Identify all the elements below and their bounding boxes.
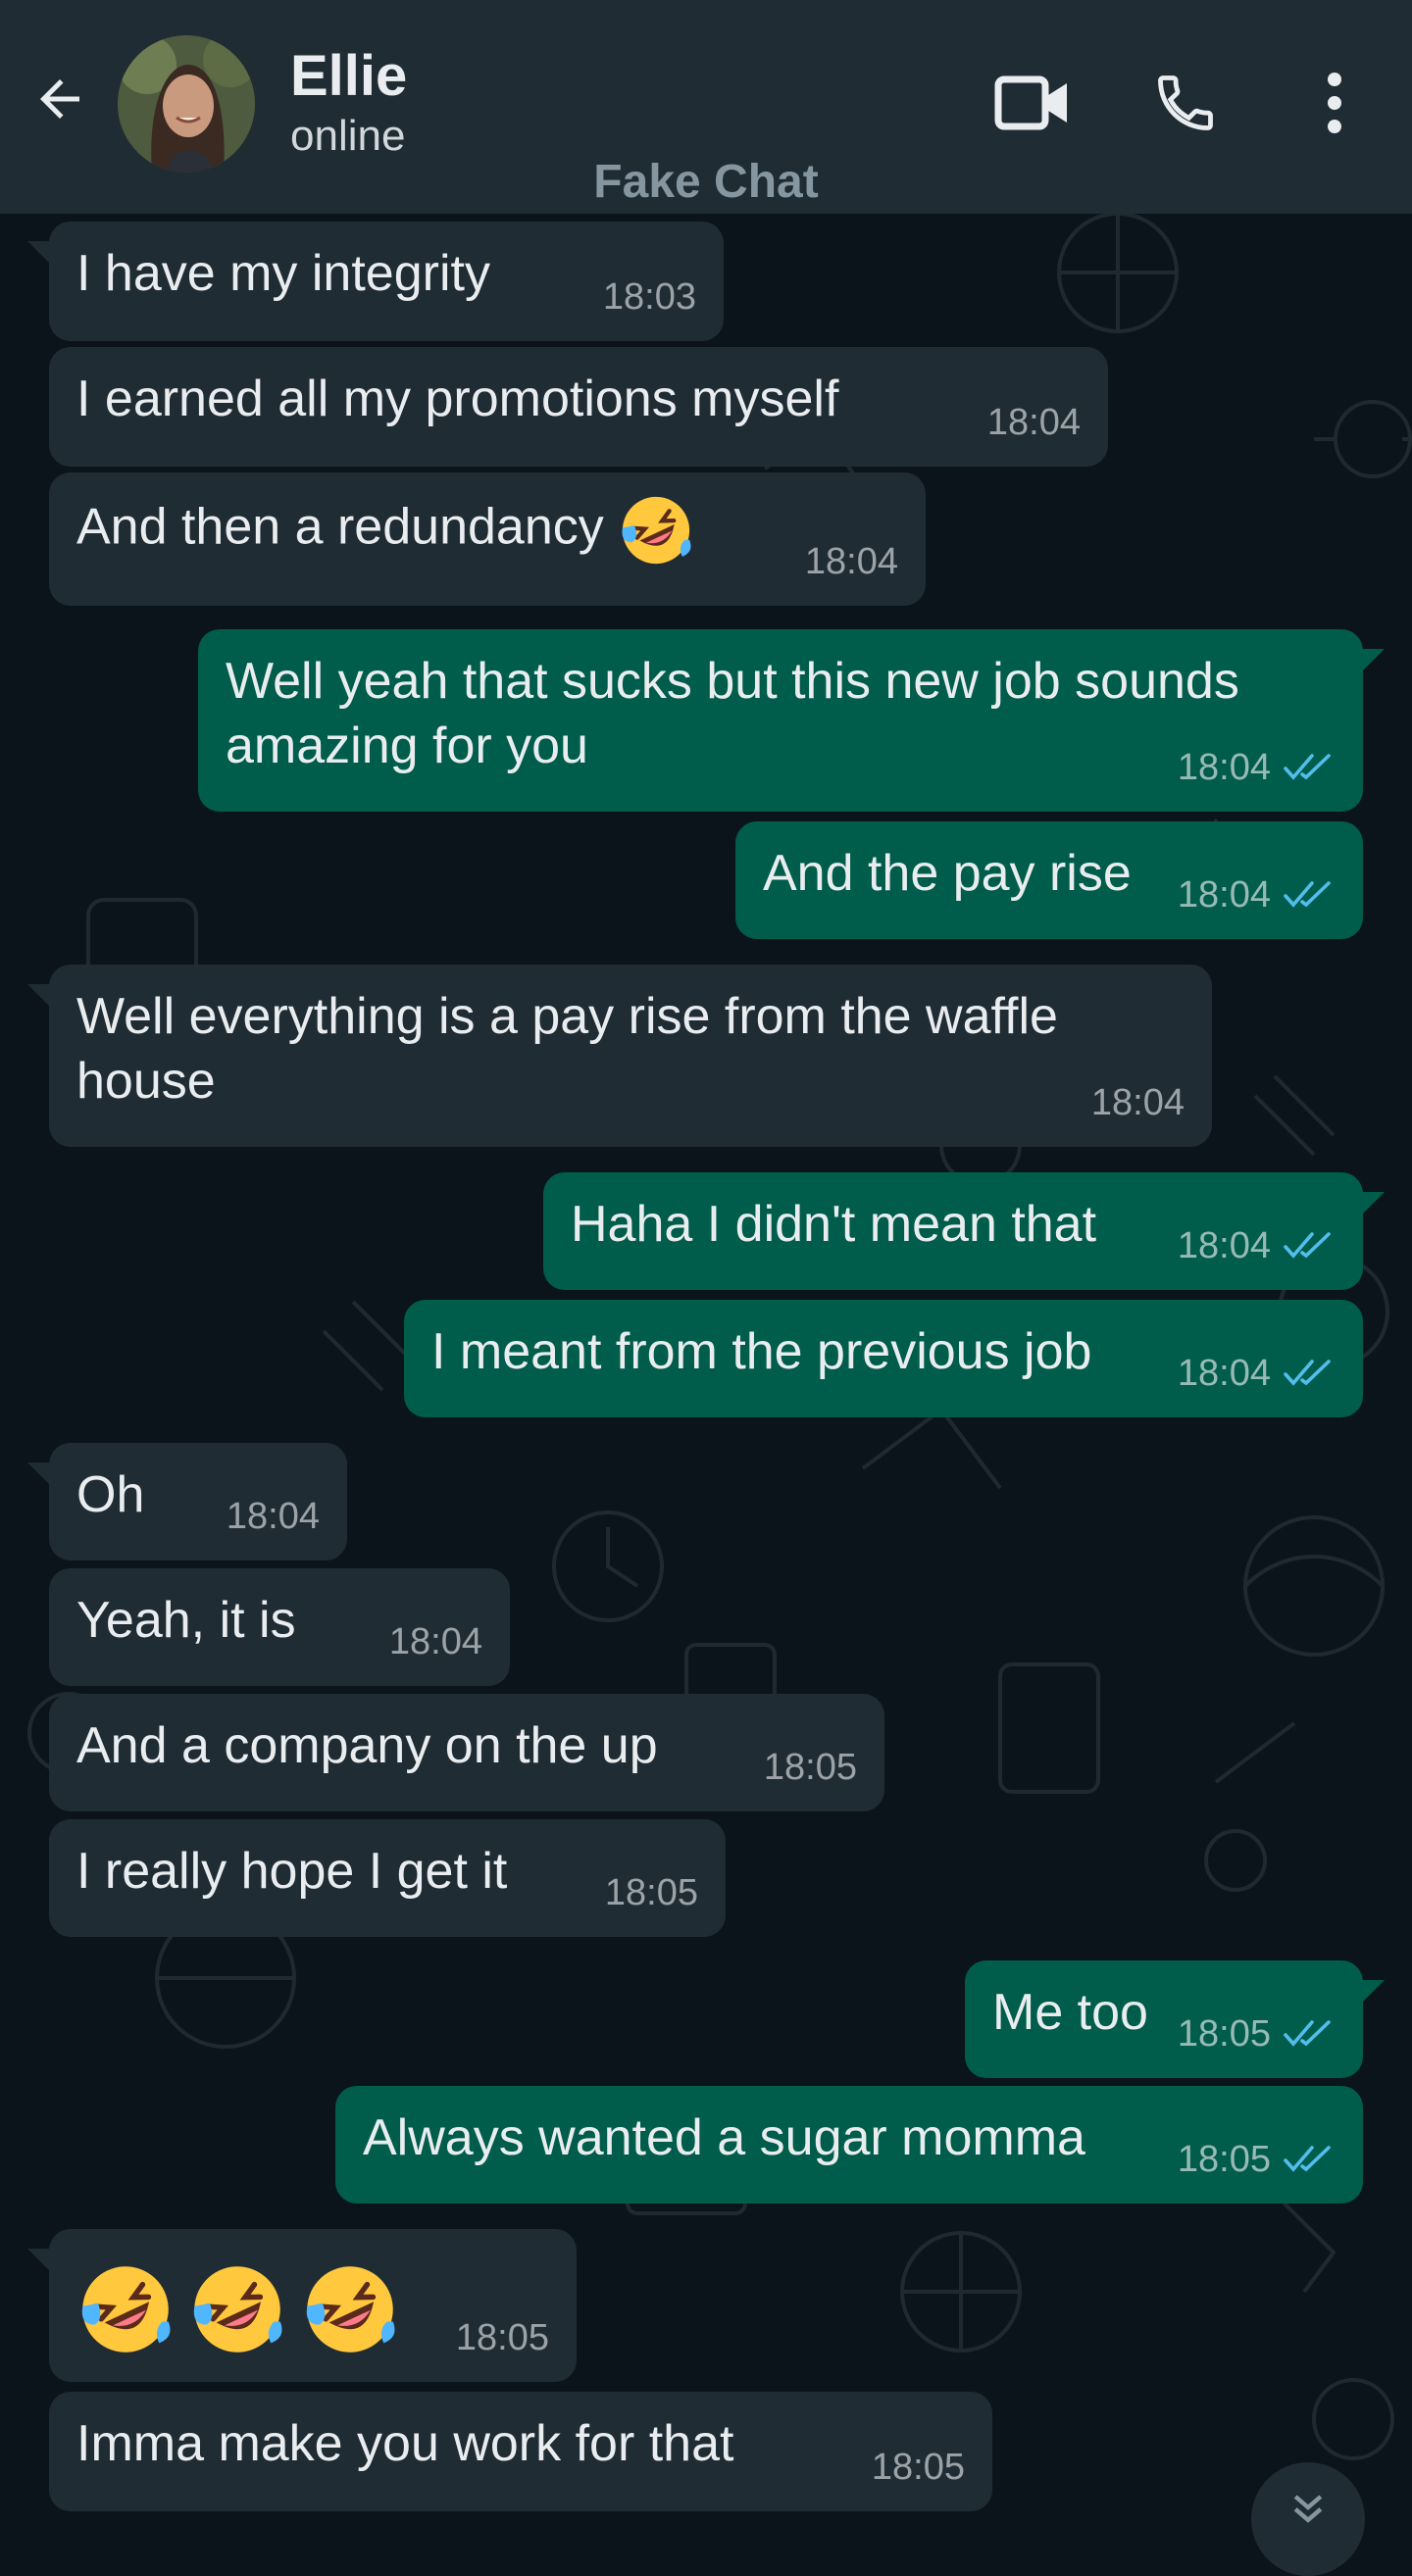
bubble-tail bbox=[27, 965, 57, 1014]
avatar[interactable] bbox=[118, 35, 255, 173]
outgoing-message[interactable]: Haha I didn't mean that 18:04 bbox=[543, 1172, 1385, 1290]
rofl-emoji bbox=[81, 2266, 171, 2353]
message-time: 18:03 bbox=[602, 276, 696, 318]
message-text: Well everything is a pay rise from the w… bbox=[76, 988, 1058, 1110]
message-time: 18:04 bbox=[1177, 874, 1271, 916]
rofl-emoji bbox=[194, 2266, 282, 2353]
outgoing-message[interactable]: Well yeah that sucks but this new job so… bbox=[198, 629, 1385, 812]
back-arrow-icon bbox=[40, 79, 79, 119]
message-time: 18:04 bbox=[804, 541, 898, 582]
outgoing-message[interactable]: And the pay rise 18:04 bbox=[735, 821, 1363, 939]
incoming-message[interactable]: I have my integrity 18:03 bbox=[27, 222, 724, 341]
bubble-tail bbox=[27, 222, 57, 271]
message-meta: 18:04 bbox=[227, 1484, 320, 1549]
bubble-tail bbox=[27, 1443, 57, 1492]
message-meta: 18:05 bbox=[1178, 2002, 1336, 2066]
message-meta: 18:04 bbox=[987, 390, 1081, 455]
message-text: And a company on the up bbox=[76, 1717, 658, 1774]
message-time: 18:05 bbox=[455, 2317, 549, 2358]
double-chevron-down-icon bbox=[1293, 2495, 1323, 2523]
outgoing-message[interactable]: Always wanted a sugar momma 18:05 bbox=[335, 2086, 1363, 2204]
incoming-message[interactable]: I really hope I get it 18:05 bbox=[49, 1819, 726, 1937]
contact-status: online bbox=[290, 112, 406, 160]
incoming-message[interactable]: I earned all my promotions myself 18:04 bbox=[49, 347, 1108, 467]
message-meta: 18:04 bbox=[1178, 1341, 1336, 1406]
incoming-message[interactable]: 18:05 bbox=[27, 2229, 577, 2382]
message-meta: 18:04 bbox=[805, 529, 898, 594]
message-time: 18:05 bbox=[763, 1747, 857, 1788]
voice-call-button[interactable] bbox=[1141, 59, 1230, 147]
message-time: 18:05 bbox=[604, 1872, 698, 1913]
message-time: 18:05 bbox=[1177, 2013, 1271, 2055]
bubble-tail bbox=[1355, 1172, 1385, 1221]
contact-name[interactable]: Ellie bbox=[290, 43, 407, 109]
more-options-button[interactable] bbox=[1290, 59, 1379, 147]
scroll-to-bottom-button[interactable] bbox=[1251, 2462, 1365, 2576]
read-receipt-icon bbox=[1284, 2146, 1331, 2172]
chat-header: Ellie online Fake Chat bbox=[0, 0, 1412, 214]
rofl-emoji bbox=[622, 496, 691, 565]
message-text: Imma make you work for that bbox=[76, 2415, 734, 2472]
message-meta: 18:04 bbox=[1178, 863, 1336, 927]
message-meta: 18:05 bbox=[1178, 2127, 1336, 2192]
video-call-button[interactable] bbox=[988, 59, 1077, 147]
read-receipt-icon bbox=[1284, 881, 1331, 908]
read-receipt-icon bbox=[1284, 1360, 1331, 1386]
message-time: 18:04 bbox=[226, 1496, 320, 1537]
message-time: 18:04 bbox=[388, 1621, 482, 1662]
message-meta: 18:05 bbox=[605, 1860, 698, 1925]
incoming-message[interactable]: Well everything is a pay rise from the w… bbox=[27, 965, 1212, 1147]
incoming-message[interactable]: And a company on the up 18:05 bbox=[49, 1694, 884, 1811]
read-receipt-icon bbox=[1284, 2020, 1331, 2047]
message-meta: 18:04 bbox=[1178, 1214, 1336, 1278]
message-time: 18:04 bbox=[1177, 1353, 1271, 1394]
fake-chat-watermark: Fake Chat bbox=[593, 156, 819, 208]
message-meta: 18:05 bbox=[872, 2435, 965, 2500]
message-time: 18:04 bbox=[1177, 747, 1271, 788]
message-meta: 18:03 bbox=[603, 265, 696, 329]
incoming-message[interactable]: Imma make you work for that 18:05 bbox=[49, 2392, 992, 2511]
bubble-tail bbox=[1355, 1960, 1385, 2009]
rofl-emoji bbox=[306, 2266, 395, 2353]
avatar-image bbox=[118, 35, 255, 173]
phone-call-icon bbox=[1158, 75, 1213, 130]
message-text: And then a redundancy bbox=[76, 492, 898, 569]
message-time: 18:05 bbox=[871, 2447, 965, 2488]
outgoing-message[interactable]: I meant from the previous job 18:04 bbox=[404, 1300, 1363, 1417]
message-time: 18:05 bbox=[1177, 2139, 1271, 2180]
message-meta: 18:04 bbox=[1091, 1070, 1185, 1135]
message-meta: 18:05 bbox=[456, 2305, 549, 2370]
read-receipt-icon bbox=[1284, 1232, 1331, 1259]
incoming-message[interactable]: And then a redundancy 18:04 bbox=[49, 472, 926, 606]
message-meta: 18:04 bbox=[1178, 735, 1336, 800]
message-time: 18:04 bbox=[986, 402, 1081, 443]
outgoing-message[interactable]: Me too 18:05 bbox=[965, 1960, 1385, 2078]
read-receipt-icon bbox=[1284, 754, 1331, 780]
back-button[interactable] bbox=[25, 65, 94, 133]
message-meta: 18:05 bbox=[764, 1735, 857, 1800]
incoming-message[interactable]: Yeah, it is 18:04 bbox=[49, 1568, 510, 1686]
more-options-icon bbox=[1328, 73, 1341, 133]
message-time: 18:04 bbox=[1177, 1225, 1271, 1266]
message-text: Well yeah that sucks but this new job so… bbox=[226, 653, 1239, 774]
message-time: 18:04 bbox=[1090, 1082, 1185, 1123]
message-meta: 18:04 bbox=[389, 1610, 482, 1674]
message-text: I earned all my promotions myself bbox=[76, 371, 839, 427]
bubble-tail bbox=[27, 2229, 57, 2278]
incoming-message[interactable]: Oh 18:04 bbox=[27, 1443, 347, 1560]
video-call-icon bbox=[994, 75, 1067, 130]
bubble-tail bbox=[1355, 629, 1385, 678]
